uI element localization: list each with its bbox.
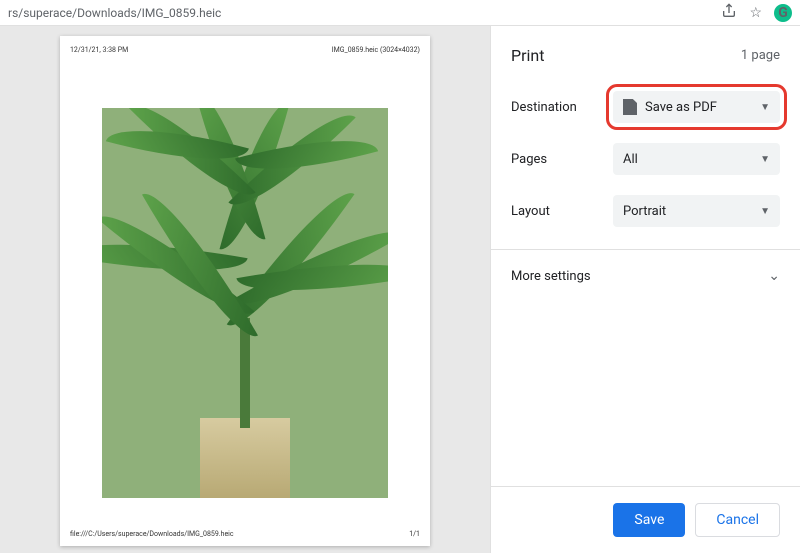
panel-header: Print 1 page [491,26,800,81]
layout-label: Layout [511,204,601,219]
chevron-down-icon: ⌄ [768,268,780,284]
address-actions: ☆ G [721,3,792,23]
address-bar: rs/superace/Downloads/IMG_0859.heic ☆ G [0,0,800,26]
save-button[interactable]: Save [613,503,685,537]
address-path: rs/superace/Downloads/IMG_0859.heic [8,6,721,20]
pages-value: All [623,152,638,167]
cancel-button[interactable]: Cancel [695,503,780,537]
share-icon[interactable] [721,3,737,23]
star-icon[interactable]: ☆ [749,5,762,21]
layout-value: Portrait [623,204,666,219]
preview-footer-path: file:///C:/Users/superace/Downloads/IMG_… [70,530,234,538]
pages-select[interactable]: All ▼ [613,143,780,175]
preview-filename: IMG_0859.heic (3024×4032) [332,46,420,54]
extension-badge[interactable]: G [774,4,792,22]
pdf-icon [623,99,637,115]
destination-row: Destination Save as PDF ▼ [491,81,800,133]
destination-label: Destination [511,100,601,115]
preview-image [102,108,388,498]
dropdown-caret-icon: ▼ [760,206,770,217]
pages-row: Pages All ▼ [491,133,800,185]
panel-actions: Save Cancel [491,486,800,553]
print-panel: Print 1 page Destination Save as PDF ▼ P… [490,26,800,553]
destination-value: Save as PDF [645,100,717,115]
preview-image-wrap [70,58,420,530]
dropdown-caret-icon: ▼ [760,102,770,113]
pages-label: Pages [511,152,601,167]
layout-select[interactable]: Portrait ▼ [613,195,780,227]
preview-timestamp: 12/31/21, 3:38 PM [70,46,128,54]
destination-select[interactable]: Save as PDF ▼ [613,91,780,123]
preview-page: 12/31/21, 3:38 PM IMG_0859.heic (3024×40… [60,36,430,546]
preview-page-number: 1/1 [409,530,420,538]
print-preview-area: 12/31/21, 3:38 PM IMG_0859.heic (3024×40… [0,26,490,553]
more-settings-label: More settings [511,269,591,284]
more-settings-toggle[interactable]: More settings ⌄ [491,250,800,302]
panel-title: Print [511,46,544,65]
page-count: 1 page [741,48,780,63]
layout-row: Layout Portrait ▼ [491,185,800,237]
dropdown-caret-icon: ▼ [760,154,770,165]
